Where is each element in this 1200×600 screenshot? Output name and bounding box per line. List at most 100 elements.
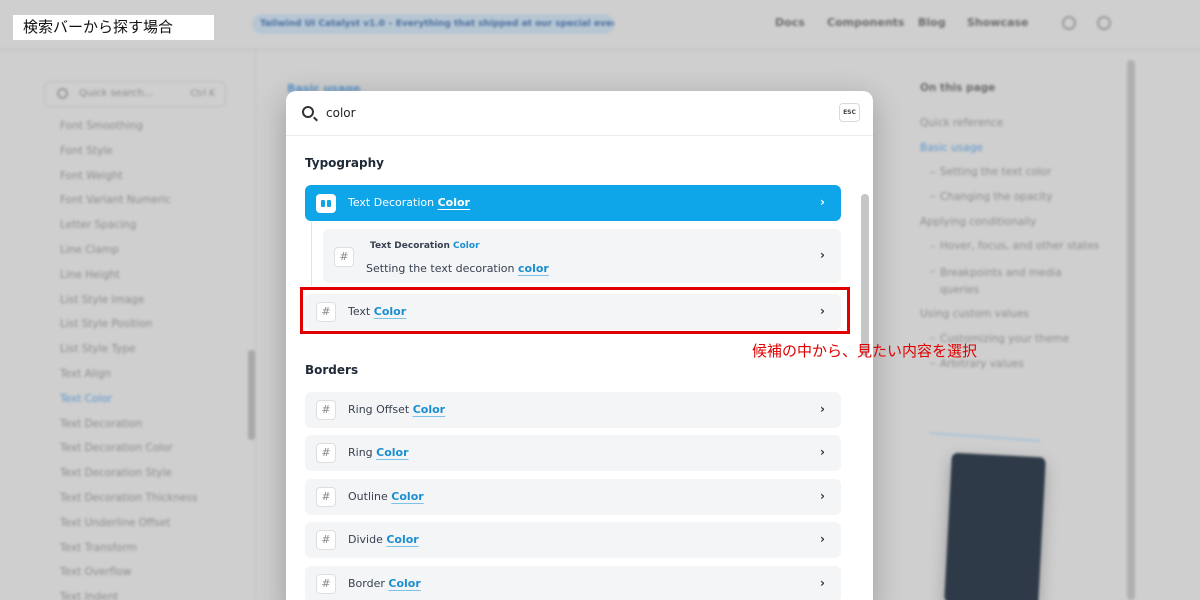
sidebar-item[interactable]: List Style Image bbox=[60, 292, 240, 317]
results-scrollbar[interactable] bbox=[861, 194, 869, 356]
sidebar-item[interactable]: Text Decoration Style bbox=[60, 465, 240, 490]
toc-item[interactable]: Changing the opacity bbox=[940, 191, 1052, 203]
toc-item[interactable]: Quick reference bbox=[920, 117, 1003, 129]
theme-toggle-icon[interactable] bbox=[1062, 16, 1076, 30]
hash-icon: # bbox=[334, 247, 354, 267]
nav-docs[interactable]: Docs bbox=[775, 16, 805, 29]
sidebar-item[interactable]: Line Height bbox=[60, 267, 240, 292]
result-label: Ring Offset Color bbox=[348, 403, 445, 416]
toc-dash bbox=[930, 246, 935, 247]
toc-item[interactable]: Breakpoints and media queries bbox=[940, 265, 1070, 299]
highlight-box bbox=[300, 287, 850, 334]
result-label: Border Color bbox=[348, 577, 421, 590]
sub-result-text: Setting the text decoration color bbox=[366, 262, 549, 275]
result-item-outline-color[interactable]: # Outline Color › bbox=[305, 479, 841, 515]
result-highlight: Color bbox=[376, 446, 409, 459]
toc-item-active[interactable]: Basic usage bbox=[920, 142, 983, 154]
sidebar-item-active[interactable]: Text Color bbox=[60, 391, 240, 416]
hash-icon: # bbox=[316, 443, 336, 463]
result-highlight: Color bbox=[391, 490, 424, 503]
sidebar-item[interactable]: Font Variant Numeric bbox=[60, 192, 240, 217]
sidebar-item[interactable]: Letter Spacing bbox=[60, 217, 240, 242]
result-text: Outline bbox=[348, 490, 392, 503]
result-item-ring-offset-color[interactable]: # Ring Offset Color › bbox=[305, 392, 841, 428]
book-icon bbox=[316, 194, 336, 213]
sidebar-item[interactable]: Text Decoration bbox=[60, 416, 240, 441]
search-icon bbox=[302, 106, 314, 118]
toc-item[interactable]: Setting the text color bbox=[940, 166, 1051, 178]
search-input[interactable] bbox=[326, 104, 806, 122]
hash-icon: # bbox=[316, 400, 336, 420]
chevron-right-icon: › bbox=[820, 576, 825, 590]
sidebar-search-placeholder: Quick search... bbox=[79, 88, 154, 99]
decorative-line bbox=[930, 432, 1040, 442]
sidebar-item[interactable]: Text Align bbox=[60, 366, 240, 391]
search-shortcut: Ctrl K bbox=[190, 89, 215, 99]
result-label: Outline Color bbox=[348, 490, 424, 503]
sub-result-body: Setting the text decoration bbox=[366, 262, 518, 275]
result-label: Divide Color bbox=[348, 533, 419, 546]
result-text: Ring bbox=[348, 446, 377, 459]
sub-result-item[interactable]: # Text Decoration Color Setting the text… bbox=[323, 229, 841, 283]
chevron-right-icon: › bbox=[820, 248, 825, 262]
result-highlight: Color bbox=[388, 577, 421, 590]
toc-title: On this page bbox=[920, 82, 996, 94]
group-title-typography: Typography bbox=[305, 156, 384, 170]
result-text: Text Decoration bbox=[348, 196, 438, 209]
result-highlight: Color bbox=[437, 196, 470, 209]
toc-item[interactable]: Using custom values bbox=[920, 308, 1029, 320]
toc-dash bbox=[930, 338, 935, 339]
sub-result-connector bbox=[311, 222, 312, 286]
nav-components[interactable]: Components bbox=[827, 16, 904, 29]
sidebar-item[interactable]: Line Clamp bbox=[60, 242, 240, 267]
hash-icon: # bbox=[316, 530, 336, 550]
chevron-right-icon: › bbox=[820, 489, 825, 503]
group-title-borders: Borders bbox=[305, 363, 359, 377]
result-text: Ring Offset bbox=[348, 403, 413, 416]
sidebar-item[interactable]: Text Underline Offset bbox=[60, 515, 240, 540]
github-icon[interactable] bbox=[1097, 16, 1111, 30]
search-icon bbox=[57, 88, 68, 99]
chevron-right-icon: › bbox=[820, 402, 825, 416]
sub-result-title: Text Decoration Color bbox=[370, 241, 480, 251]
toc-item[interactable]: Applying conditionally bbox=[920, 216, 1036, 228]
announcement-pill[interactable]: Tailwind UI Catalyst v1.0 – Everything t… bbox=[252, 14, 614, 34]
result-text: Divide bbox=[348, 533, 387, 546]
esc-button[interactable]: ESC bbox=[839, 103, 860, 122]
sidebar-item[interactable]: Font Weight bbox=[60, 168, 240, 193]
sidebar-item[interactable]: Text Indent bbox=[60, 589, 240, 600]
annotation-text: 候補の中から、見たい内容を選択 bbox=[752, 342, 978, 360]
sidebar-item[interactable]: Text Transform bbox=[60, 540, 240, 565]
search-results: Typography Text Decoration Color › # Tex… bbox=[286, 136, 873, 600]
toc-dash bbox=[930, 363, 935, 364]
sidebar-item[interactable]: List Style Type bbox=[60, 341, 240, 366]
sidebar-item[interactable]: Font Smoothing bbox=[60, 118, 240, 143]
sidebar-scrollbar[interactable] bbox=[248, 350, 255, 440]
content-divider bbox=[255, 50, 256, 600]
toc-dash bbox=[930, 172, 935, 173]
hash-icon: # bbox=[316, 574, 336, 594]
sidebar-search-button[interactable]: Quick search... Ctrl K bbox=[44, 81, 226, 107]
sidebar-item[interactable]: Font Style bbox=[60, 143, 240, 168]
result-highlight: Color bbox=[386, 533, 419, 546]
book-cover-image[interactable] bbox=[944, 452, 1046, 600]
sidebar-item[interactable]: Text Decoration Thickness bbox=[60, 490, 240, 515]
sidebar-nav: Font Smoothing Font Style Font Weight Fo… bbox=[60, 118, 240, 600]
result-item-divide-color[interactable]: # Divide Color › bbox=[305, 522, 841, 558]
result-item-ring-color[interactable]: # Ring Color › bbox=[305, 435, 841, 471]
page-scrollbar[interactable] bbox=[1127, 60, 1135, 600]
nav-blog[interactable]: Blog bbox=[918, 16, 946, 29]
sidebar-item[interactable]: Text Decoration Color bbox=[60, 440, 240, 465]
hash-icon: # bbox=[316, 487, 336, 507]
chevron-right-icon: › bbox=[820, 532, 825, 546]
sidebar-item[interactable]: List Style Position bbox=[60, 316, 240, 341]
search-bar: ESC bbox=[286, 91, 873, 136]
toc-dash bbox=[930, 271, 935, 272]
result-item-selected[interactable]: Text Decoration Color › bbox=[305, 185, 841, 221]
nav-showcase[interactable]: Showcase bbox=[967, 16, 1028, 29]
sidebar-item[interactable]: Text Overflow bbox=[60, 564, 240, 589]
result-item-border-color[interactable]: # Border Color › bbox=[305, 566, 841, 600]
toc-item[interactable]: Hover, focus, and other states bbox=[940, 240, 1099, 252]
result-highlight: Color bbox=[412, 403, 446, 416]
chevron-right-icon: › bbox=[820, 195, 825, 209]
